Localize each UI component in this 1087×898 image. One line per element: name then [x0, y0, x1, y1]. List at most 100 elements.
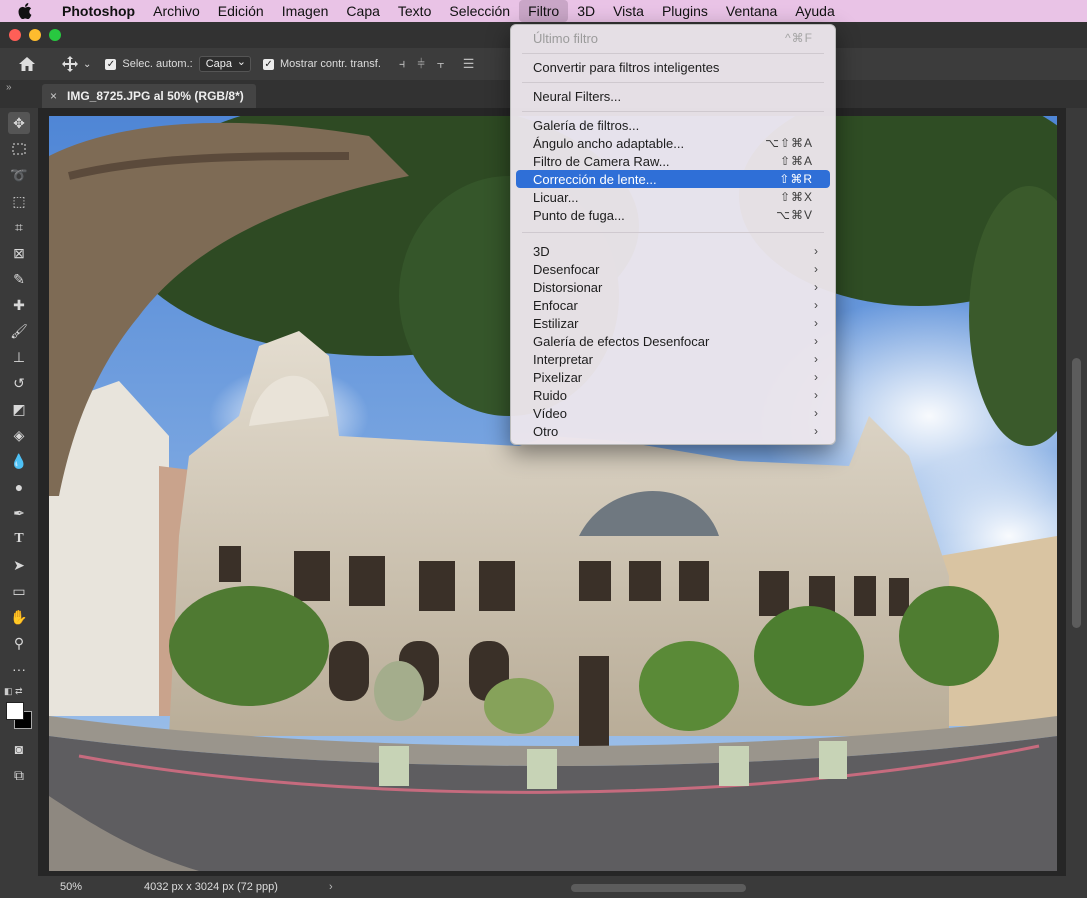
status-menu-arrow-icon[interactable]: ›: [329, 881, 333, 893]
foreground-color-swatch[interactable]: [6, 702, 24, 720]
menu-ayuda[interactable]: Ayuda: [786, 0, 843, 22]
menu-filtro[interactable]: Filtro: [519, 0, 569, 22]
menu-item-galeria-filtros[interactable]: Galería de filtros...: [516, 116, 830, 134]
auto-select-checkbox[interactable]: ✓: [105, 58, 117, 70]
menu-item-neural-filters[interactable]: Neural Filters...: [516, 87, 830, 105]
eraser-tool-icon[interactable]: ◩: [8, 398, 30, 420]
history-brush-tool-icon[interactable]: ↺: [8, 372, 30, 394]
document-dimensions: 4032 px x 3024 px (72 ppp): [144, 881, 278, 893]
menu-item-punto-fuga[interactable]: Punto de fuga... ⌥⌘V: [516, 206, 830, 224]
minimize-window-button[interactable]: [29, 29, 41, 41]
menu-item-galeria-efectos-desenfocar[interactable]: Galería de efectos Desenfocar ›: [516, 332, 830, 350]
menu-item-camera-raw[interactable]: Filtro de Camera Raw... ⇧⌘A: [516, 152, 830, 170]
vertical-scrollbar[interactable]: [1066, 108, 1087, 876]
menu-capa[interactable]: Capa: [337, 0, 388, 22]
menu-vista[interactable]: Vista: [604, 0, 653, 22]
menu-plugins[interactable]: Plugins: [653, 0, 717, 22]
menu-archivo[interactable]: Archivo: [144, 0, 209, 22]
hand-tool-icon[interactable]: ✋: [8, 606, 30, 628]
zoom-window-button[interactable]: [49, 29, 61, 41]
frame-tool-icon[interactable]: ⊠: [8, 242, 30, 264]
close-window-button[interactable]: [9, 29, 21, 41]
chevron-right-icon: ›: [814, 316, 818, 330]
type-tool-icon[interactable]: T: [8, 528, 30, 550]
document-tab[interactable]: × IMG_8725.JPG al 50% (RGB/8*): [42, 84, 256, 108]
menu-item-video[interactable]: Vídeo ›: [516, 404, 830, 422]
chevron-right-icon: ›: [814, 280, 818, 294]
menu-texto[interactable]: Texto: [389, 0, 440, 22]
close-tab-icon[interactable]: ×: [50, 89, 57, 103]
align-left-icon[interactable]: ⫞: [399, 56, 406, 72]
move-tool-icon[interactable]: ✥: [8, 112, 30, 134]
paint-bucket-tool-icon[interactable]: ◈: [8, 424, 30, 446]
zoom-tool-icon[interactable]: ⚲: [8, 632, 30, 654]
object-selection-tool-icon[interactable]: ⬚: [8, 190, 30, 212]
screen-mode-icon[interactable]: ⧉: [8, 764, 30, 786]
menu-item-correccion-lente[interactable]: Corrección de lente... ⇧⌘R: [516, 170, 830, 188]
menu-item-enfocar[interactable]: Enfocar ›: [516, 296, 830, 314]
collapse-panels-icon[interactable]: »: [6, 82, 12, 93]
menu-item-3d[interactable]: 3D ›: [516, 242, 830, 260]
menu-item-interpretar[interactable]: Interpretar ›: [516, 350, 830, 368]
marquee-tool-icon[interactable]: [8, 138, 30, 160]
menu-item-desenfocar[interactable]: Desenfocar ›: [516, 260, 830, 278]
menu-3d[interactable]: 3D: [568, 0, 604, 22]
menu-ventana[interactable]: Ventana: [717, 0, 786, 22]
rectangle-tool-icon[interactable]: ▭: [8, 580, 30, 602]
menu-bar: Photoshop Archivo Edición Imagen Capa Te…: [0, 0, 1087, 22]
eyedropper-tool-icon[interactable]: ✎: [8, 268, 30, 290]
chevron-right-icon: ›: [814, 424, 818, 438]
crop-tool-icon[interactable]: ⌗: [8, 216, 30, 238]
menu-separator: [522, 82, 824, 83]
menu-seleccion[interactable]: Selección: [440, 0, 519, 22]
menu-separator: [522, 111, 824, 112]
align-right-icon[interactable]: ⫟: [437, 56, 445, 72]
home-icon[interactable]: [18, 56, 36, 72]
menu-item-convertir-filtros-inteligentes[interactable]: Convertir para filtros inteligentes: [516, 58, 830, 76]
menu-separator: [522, 232, 824, 233]
dodge-tool-icon[interactable]: ●: [8, 476, 30, 498]
chevron-right-icon: ›: [814, 406, 818, 420]
more-tools-icon[interactable]: ···: [8, 658, 30, 680]
filter-menu: Último filtro ^⌘F Convertir para filtros …: [510, 24, 836, 445]
apple-icon[interactable]: [18, 3, 38, 19]
menu-photoshop[interactable]: Photoshop: [53, 0, 144, 22]
lasso-tool-icon[interactable]: ➰: [8, 164, 30, 186]
menu-item-otro[interactable]: Otro ›: [516, 422, 830, 440]
quick-mask-icon[interactable]: ◙: [8, 738, 30, 760]
pen-tool-icon[interactable]: ✒: [8, 502, 30, 524]
chevron-right-icon: ›: [814, 334, 818, 348]
menu-item-estilizar[interactable]: Estilizar ›: [516, 314, 830, 332]
menu-separator: [522, 53, 824, 54]
align-center-icon[interactable]: ⫩: [417, 56, 424, 72]
chevron-right-icon: ›: [814, 388, 818, 402]
default-colors-icon[interactable]: ◧ ⇄: [4, 686, 23, 697]
zoom-level[interactable]: 50%: [60, 881, 130, 893]
show-transform-label: Mostrar contr. transf.: [280, 58, 381, 70]
healing-brush-tool-icon[interactable]: ✚: [8, 294, 30, 316]
chevron-right-icon: ›: [814, 370, 818, 384]
path-selection-tool-icon[interactable]: ➤: [8, 554, 30, 576]
menu-imagen[interactable]: Imagen: [273, 0, 338, 22]
vertical-scroll-thumb[interactable]: [1072, 358, 1081, 628]
menu-item-ruido[interactable]: Ruido ›: [516, 386, 830, 404]
auto-select-dropdown[interactable]: Capa: [198, 55, 252, 72]
chevron-right-icon: ›: [814, 298, 818, 312]
menu-item-distorsionar[interactable]: Distorsionar ›: [516, 278, 830, 296]
show-transform-checkbox[interactable]: ✓: [263, 58, 275, 70]
status-bar: 50% 4032 px x 3024 px (72 ppp) ›: [38, 876, 1087, 898]
horizontal-scroll-thumb[interactable]: [571, 884, 746, 892]
auto-select-label: Selec. autom.:: [122, 58, 193, 70]
align-top-icon[interactable]: ☰: [463, 56, 475, 72]
brush-tool-icon[interactable]: 🖌: [8, 320, 30, 342]
chevron-down-icon[interactable]: ⌄: [83, 59, 91, 70]
menu-item-licuar[interactable]: Licuar... ⇧⌘X: [516, 188, 830, 206]
clone-stamp-tool-icon[interactable]: ⊥: [8, 346, 30, 368]
menu-item-angulo-ancho-adaptable[interactable]: Ángulo ancho adaptable... ⌥⇧⌘A: [516, 134, 830, 152]
move-tool-icon[interactable]: ⌄: [62, 56, 91, 72]
blur-tool-icon[interactable]: 💧: [8, 450, 30, 472]
document-tab-title: IMG_8725.JPG al 50% (RGB/8*): [67, 89, 244, 103]
menu-item-pixelizar[interactable]: Pixelizar ›: [516, 368, 830, 386]
chevron-right-icon: ›: [814, 352, 818, 366]
menu-edicion[interactable]: Edición: [209, 0, 273, 22]
